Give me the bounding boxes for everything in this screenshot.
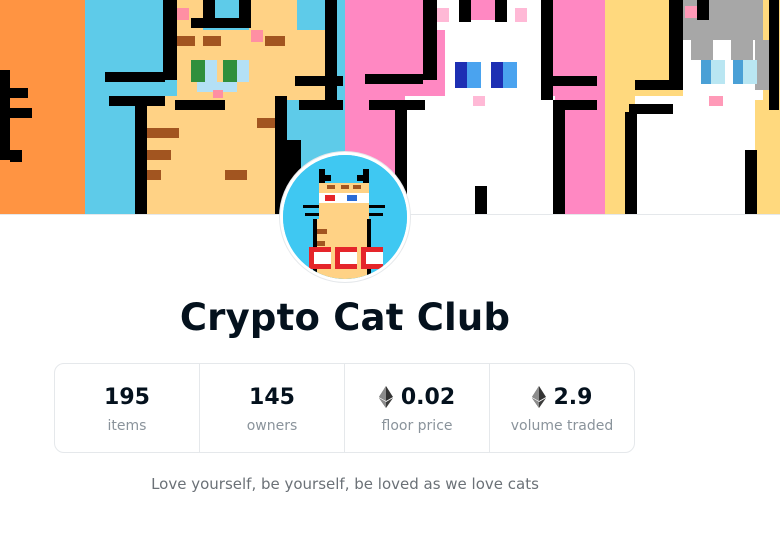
gray-cat-art <box>625 0 779 214</box>
stat-floor-price-value: 0.02 <box>400 384 456 410</box>
cat-panel-orange <box>0 0 85 214</box>
collection-avatar[interactable] <box>280 152 410 282</box>
black-cat-art <box>0 70 32 162</box>
collection-description: Love yourself, be yourself, be loved as … <box>151 475 539 493</box>
ethereum-icon <box>378 386 393 408</box>
stat-items[interactable]: 195 items <box>55 364 200 452</box>
collection-stats: 195 items 145 owners 0.02 floor price 2.… <box>54 363 635 453</box>
stat-owners-value-row: 145 <box>249 382 295 412</box>
stat-items-value-row: 195 <box>104 382 150 412</box>
stat-items-label: items <box>107 418 147 434</box>
stat-floor-price-value-row: 0.02 <box>378 382 456 412</box>
stat-volume-traded-value: 2.9 <box>553 384 593 410</box>
ethereum-icon <box>531 386 546 408</box>
crypto-cat-avatar-icon <box>283 155 407 279</box>
stat-owners[interactable]: 145 owners <box>200 364 345 452</box>
cat-panel-yellow <box>605 0 780 214</box>
stat-items-value: 195 <box>104 384 150 410</box>
stat-volume-traded-label: volume traded <box>510 418 614 434</box>
stat-floor-price-label: floor price <box>381 418 453 434</box>
stat-volume-traded[interactable]: 2.9 volume traded <box>490 364 634 452</box>
stat-owners-value: 145 <box>249 384 295 410</box>
collection-title: Crypto Cat Club <box>179 296 511 339</box>
stat-owners-label: owners <box>246 418 298 434</box>
stat-floor-price[interactable]: 0.02 floor price <box>345 364 490 452</box>
stat-volume-traded-value-row: 2.9 <box>531 382 593 412</box>
